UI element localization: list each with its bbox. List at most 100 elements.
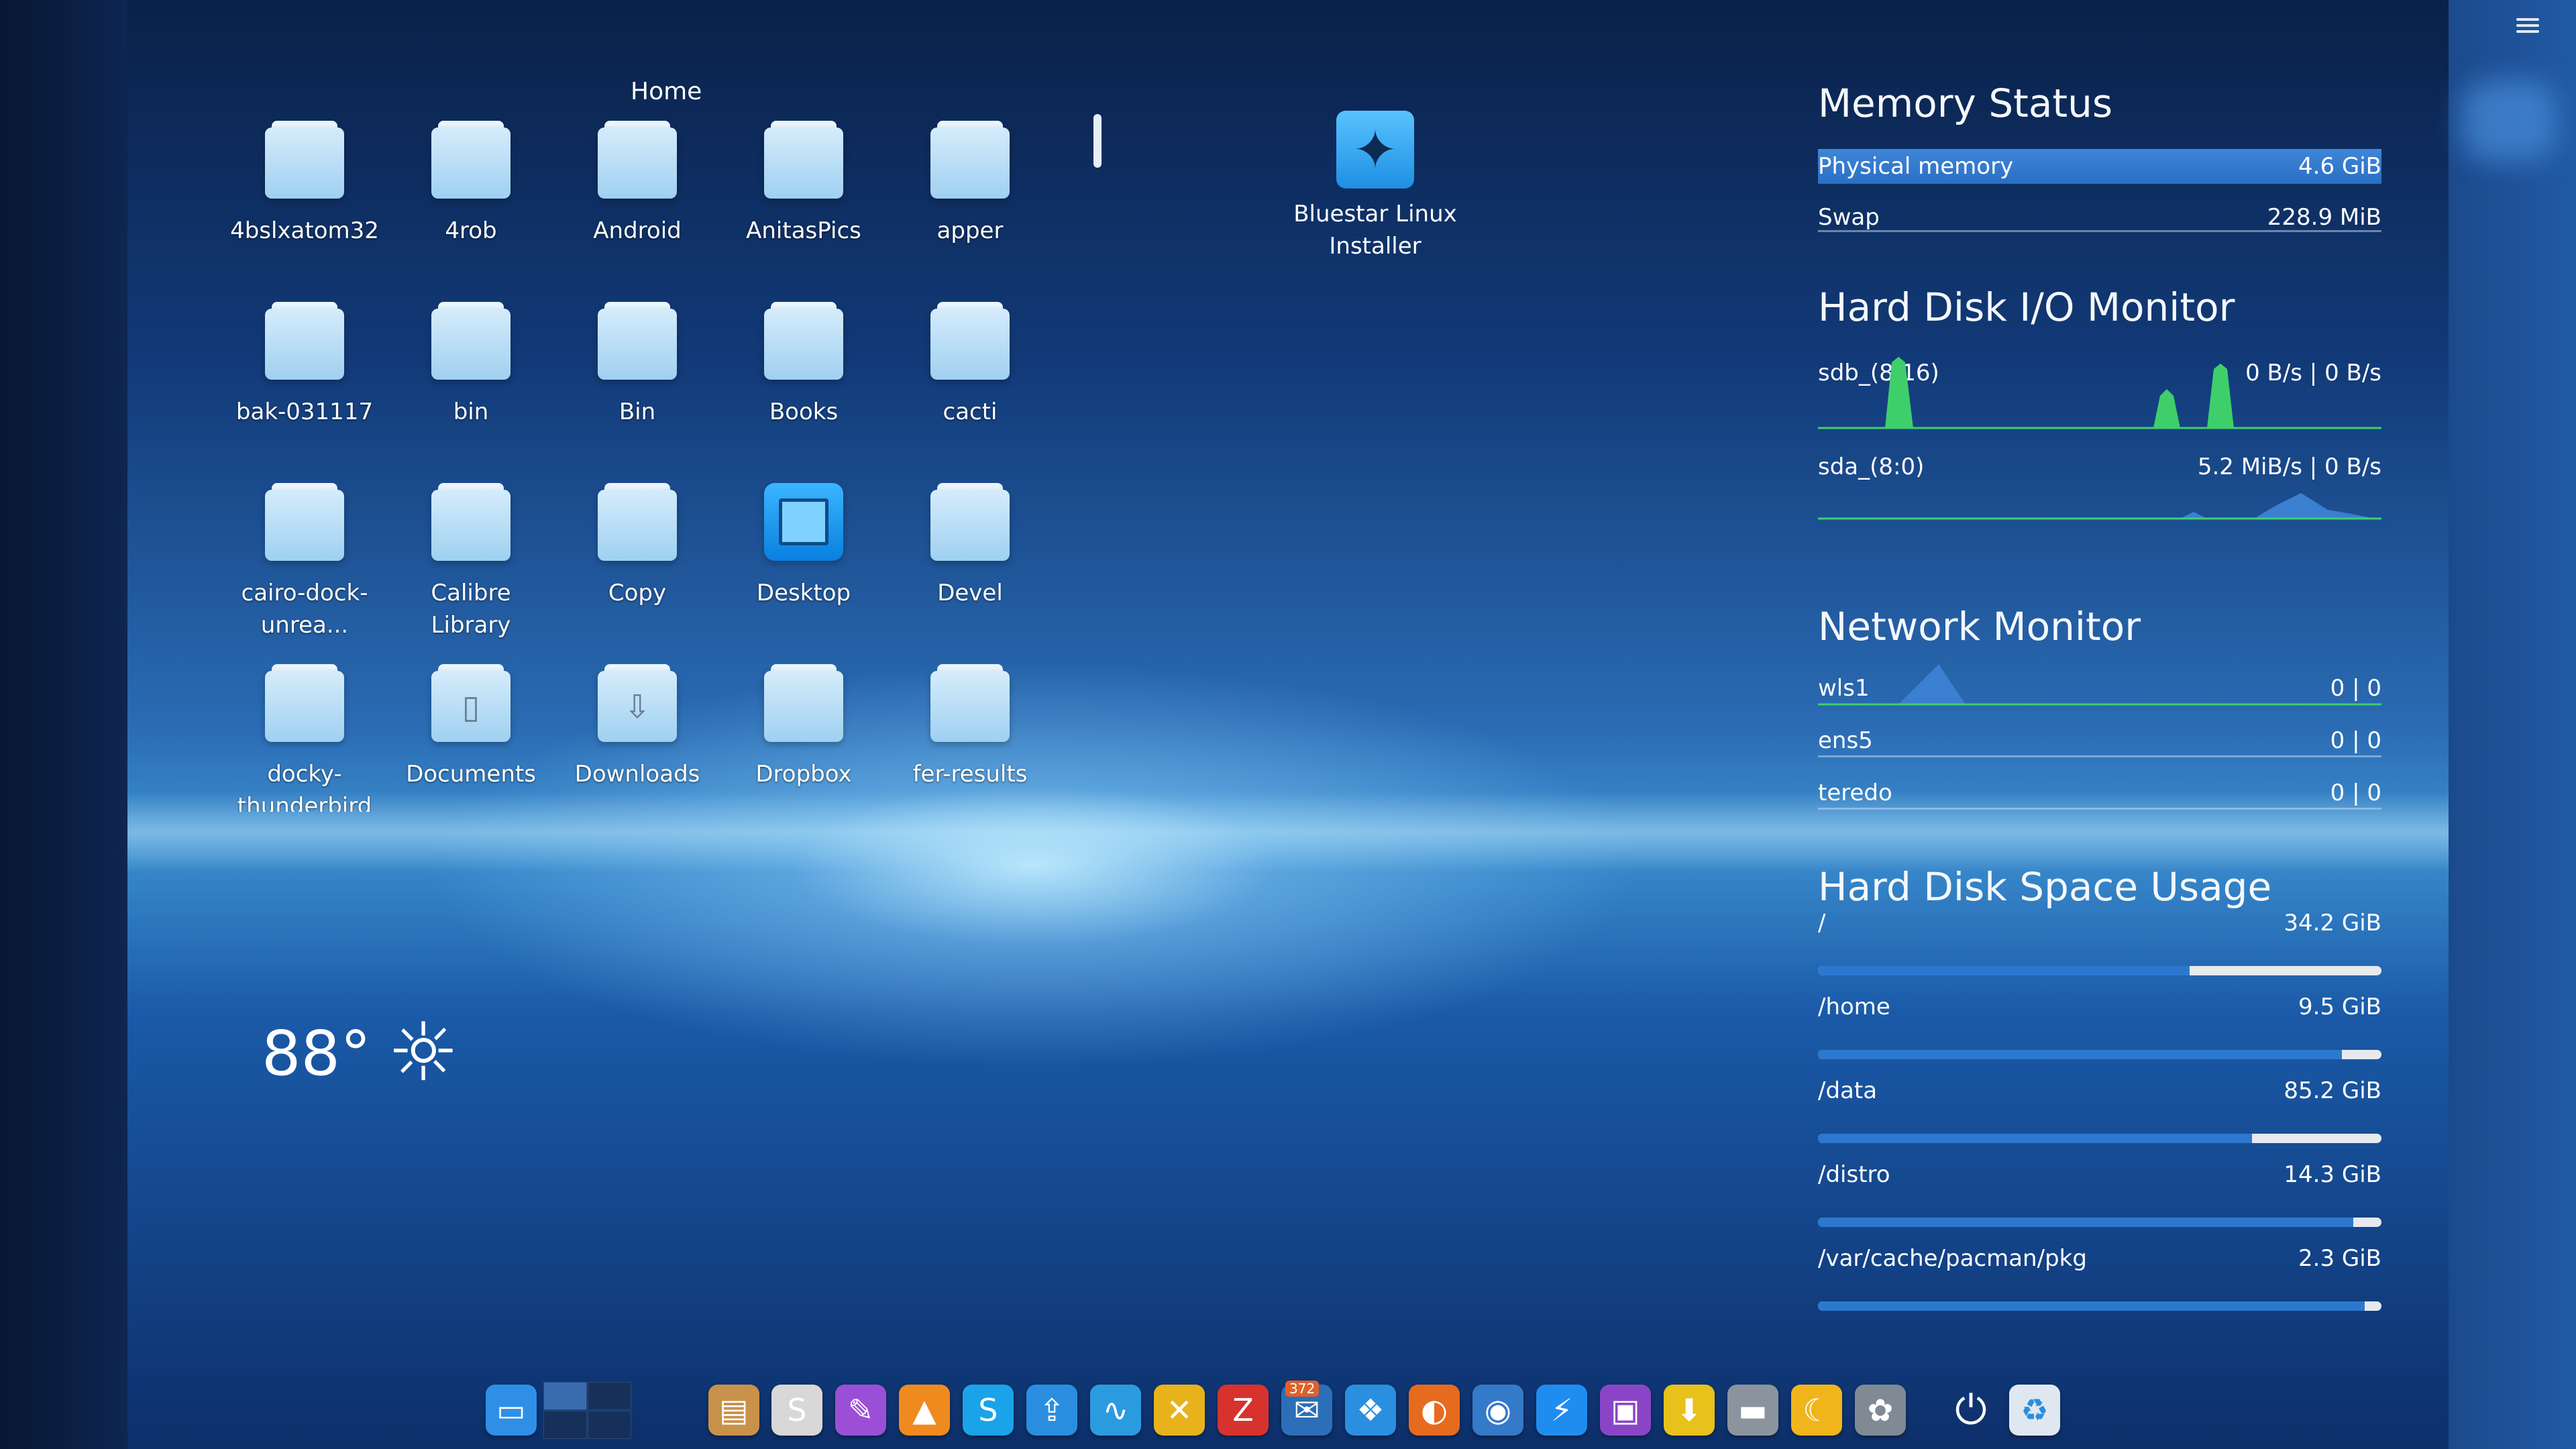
folder-icon bbox=[930, 121, 1010, 199]
folder-item[interactable]: Calibre Library bbox=[388, 483, 554, 664]
folder-item[interactable]: bak-031117 bbox=[221, 302, 388, 483]
folder-item[interactable]: 4bslxatom32 bbox=[221, 121, 388, 302]
folder-icon bbox=[930, 664, 1010, 742]
folder-icon bbox=[930, 302, 1010, 380]
share-icon[interactable]: ⇪ bbox=[1026, 1385, 1077, 1436]
folder-item[interactable]: AnitasPics bbox=[720, 121, 887, 302]
folder-item[interactable]: ⇩ Downloads bbox=[554, 664, 720, 812]
folder-item[interactable]: ▯ Documents bbox=[388, 664, 554, 812]
firefox-icon[interactable]: ◐ bbox=[1409, 1385, 1460, 1436]
folder-icon bbox=[598, 121, 677, 199]
bluestar-installer-launcher[interactable]: ✦ Bluestar Linux Installer bbox=[1268, 111, 1483, 262]
workspace-switcher[interactable] bbox=[543, 1382, 631, 1439]
system-monitor-icon[interactable]: ∿ bbox=[1090, 1385, 1141, 1436]
chat-icon[interactable]: ▣ bbox=[1600, 1385, 1651, 1436]
teredo-line bbox=[1818, 808, 2381, 810]
folder-label: Copy bbox=[608, 580, 667, 606]
io-device-value: 5.2 MiB/s | 0 B/s bbox=[2197, 453, 2381, 480]
toggle-icon[interactable]: ▬ bbox=[1727, 1385, 1778, 1436]
mount-size: 34.2 GiB bbox=[2284, 910, 2381, 936]
folder-label: Bin bbox=[619, 398, 656, 425]
power-icon[interactable]: ⏻ bbox=[1945, 1385, 1996, 1436]
folder-icon bbox=[431, 483, 511, 561]
chromium-icon[interactable]: ◉ bbox=[1472, 1385, 1523, 1436]
folder-label: fer-results bbox=[912, 761, 1028, 788]
weather-widget[interactable]: 88° ☼ bbox=[262, 1013, 460, 1093]
folder-item[interactable]: Devel bbox=[887, 483, 1053, 664]
files-icon[interactable]: ▤ bbox=[708, 1385, 759, 1436]
disk-usage-bar bbox=[1818, 1050, 2381, 1059]
recycle-icon[interactable]: ♻ bbox=[2009, 1385, 2060, 1436]
left-wallpaper-edge bbox=[0, 0, 127, 1449]
folder-item[interactable]: fer-results bbox=[887, 664, 1053, 812]
unread-badge: 372 bbox=[1285, 1381, 1320, 1397]
folder-icon bbox=[764, 121, 843, 199]
network-title: Network Monitor bbox=[1818, 604, 2141, 649]
skype-icon[interactable]: S bbox=[963, 1385, 1014, 1436]
folder-item[interactable]: cacti bbox=[887, 302, 1053, 483]
memory-title: Memory Status bbox=[1818, 80, 2113, 126]
download-icon[interactable]: ⬇ bbox=[1664, 1385, 1715, 1436]
mount-path: / bbox=[1818, 910, 1826, 936]
folder-item[interactable]: apper bbox=[887, 121, 1053, 302]
folder-item[interactable]: Android bbox=[554, 121, 720, 302]
vlc-icon[interactable]: ▲ bbox=[899, 1385, 950, 1436]
documents-folder-icon: ▯ bbox=[431, 664, 511, 742]
disk-space-row: /home 9.5 GiB bbox=[1818, 989, 2381, 1024]
swap-label: Swap bbox=[1818, 204, 1880, 231]
folder-item[interactable]: Bin bbox=[554, 302, 720, 483]
folder-item[interactable]: Books bbox=[720, 302, 887, 483]
disk-usage-bar bbox=[1818, 1301, 2381, 1311]
text-editor-icon[interactable]: S bbox=[771, 1385, 822, 1436]
folder-view-title: Home bbox=[631, 78, 702, 105]
net-interface-name: teredo bbox=[1818, 780, 1892, 806]
folder-icon bbox=[764, 302, 843, 380]
mail-icon[interactable]: ✉ 372 bbox=[1281, 1381, 1332, 1436]
mount-path: /home bbox=[1818, 994, 1890, 1020]
disk-usage-fill bbox=[1818, 1134, 2252, 1143]
disk-space-row: /data 85.2 GiB bbox=[1818, 1073, 2381, 1108]
folder-item[interactable]: Desktop bbox=[720, 483, 887, 664]
folder-item[interactable]: 4rob bbox=[388, 121, 554, 302]
swap-value: 228.9 MiB bbox=[2267, 204, 2381, 231]
disk-usage-bar bbox=[1818, 1134, 2381, 1143]
disk-io-title: Hard Disk I/O Monitor bbox=[1818, 284, 2235, 330]
folder-icon bbox=[265, 121, 344, 199]
sda-io-graph bbox=[1818, 493, 2381, 520]
disk-space-row: /var/cache/pacman/pkg 2.3 GiB bbox=[1818, 1241, 2381, 1276]
ens5-line bbox=[1818, 755, 2381, 757]
folder-label: bin bbox=[453, 398, 489, 425]
folder-item[interactable]: Dropbox bbox=[720, 664, 887, 812]
folder-item[interactable]: Copy bbox=[554, 483, 720, 664]
mount-path: /distro bbox=[1818, 1161, 1890, 1188]
tools-icon[interactable]: ✕ bbox=[1154, 1385, 1205, 1436]
folder-item[interactable]: cairo-dock-unrea... bbox=[221, 483, 388, 664]
folder-icon bbox=[265, 302, 344, 380]
folder-view-scrollbar[interactable] bbox=[1093, 114, 1102, 168]
physical-memory-value: 4.6 GiB bbox=[2298, 153, 2381, 180]
filezilla-icon[interactable]: Z bbox=[1218, 1385, 1269, 1436]
folder-label: cairo-dock-unrea... bbox=[241, 580, 368, 639]
folder-item[interactable]: bin bbox=[388, 302, 554, 483]
disk-space-title: Hard Disk Space Usage bbox=[1818, 864, 2272, 910]
folder-label: Documents bbox=[406, 761, 536, 788]
dropbox-icon[interactable]: ❖ bbox=[1345, 1385, 1396, 1436]
mount-size: 2.3 GiB bbox=[2298, 1245, 2381, 1272]
desktop-icon[interactable]: ▭ bbox=[486, 1385, 537, 1436]
folder-item[interactable]: docky-thunderbird bbox=[221, 664, 388, 812]
folder-label: apper bbox=[936, 217, 1004, 244]
menu-icon[interactable] bbox=[2516, 15, 2539, 34]
wls1-graph bbox=[1818, 664, 2381, 706]
net-row-teredo: teredo 0 | 0 bbox=[1818, 775, 2381, 810]
messenger-icon[interactable]: ⚡ bbox=[1536, 1385, 1587, 1436]
disk-usage-fill bbox=[1818, 1218, 2353, 1227]
disk-usage-fill bbox=[1818, 1301, 2365, 1311]
installer-label: Bluestar Linux Installer bbox=[1293, 201, 1457, 260]
gimp-icon[interactable]: ✿ bbox=[1855, 1385, 1906, 1436]
sdb-io-graph bbox=[1818, 357, 2381, 429]
night-mode-icon[interactable]: ☾ bbox=[1791, 1385, 1842, 1436]
pen-tool-icon[interactable]: ✎ bbox=[835, 1385, 886, 1436]
mount-size: 9.5 GiB bbox=[2298, 994, 2381, 1020]
folder-icon bbox=[764, 664, 843, 742]
physical-memory-label: Physical memory bbox=[1818, 153, 2014, 180]
